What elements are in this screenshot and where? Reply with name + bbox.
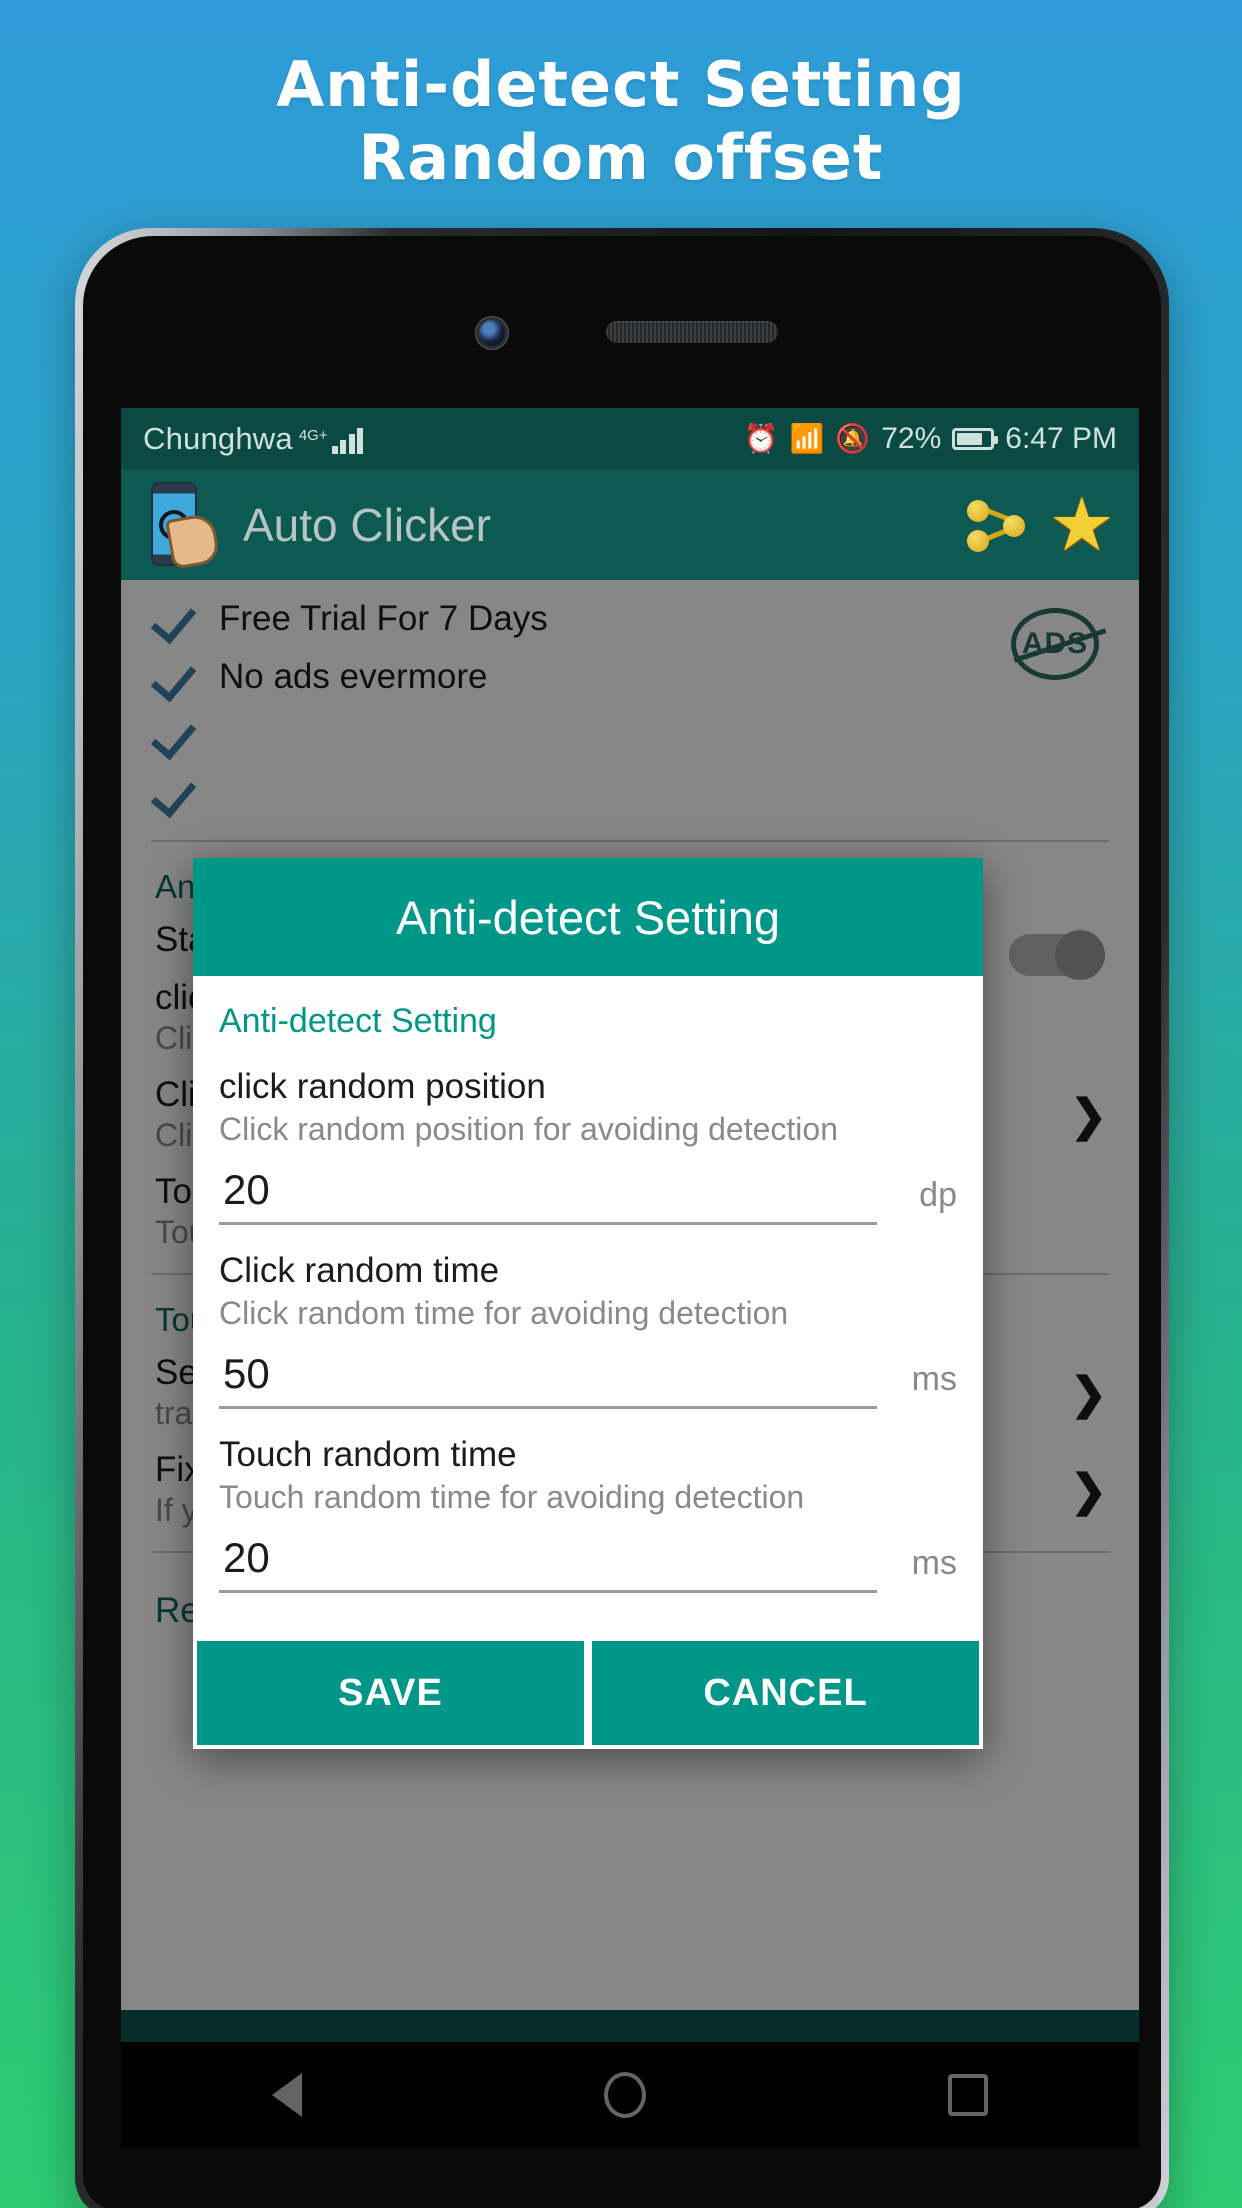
- field-label: click random position: [219, 1067, 546, 1106]
- unit-label: ms: [911, 1544, 957, 1582]
- field-click-random-time: Click random time Click random time for …: [219, 1251, 957, 1332]
- auto-clicker-logo-icon: [145, 482, 223, 570]
- phone-screen: Chunghwa 4G+ ⏰ 📶 🔕 72% 6:47 PM Auto Clic…: [121, 408, 1139, 2120]
- carrier-label: Chunghwa: [143, 421, 293, 456]
- android-nav-bar: [121, 2042, 1139, 2148]
- input-row-click-random-position: dp: [219, 1164, 957, 1225]
- nav-recents-icon[interactable]: [948, 2074, 988, 2116]
- status-bar-left: Chunghwa 4G+: [143, 421, 364, 457]
- battery-percent-label: 72%: [881, 422, 942, 455]
- touch-random-time-input[interactable]: [219, 1532, 877, 1593]
- chevron-right-icon: ❯: [1070, 1466, 1107, 1515]
- list-item: Free Trial For 7 Days: [155, 590, 1105, 648]
- divider: [151, 840, 1109, 842]
- cancel-button[interactable]: CANCEL: [592, 1641, 979, 1745]
- field-touch-random-time: Touch random time Touch random time for …: [219, 1435, 957, 1516]
- check-icon: [155, 714, 197, 756]
- click-random-position-input[interactable]: [219, 1164, 877, 1225]
- phone-body: Chunghwa 4G+ ⏰ 📶 🔕 72% 6:47 PM Auto Clic…: [83, 236, 1161, 2208]
- earpiece-speaker: [606, 321, 778, 343]
- list-item: No ads evermore: [155, 648, 1105, 706]
- front-camera-icon: [479, 320, 505, 346]
- input-row-click-random-time: ms: [219, 1348, 957, 1409]
- battery-icon: [952, 428, 999, 450]
- dialog-actions: SAVE CANCEL: [193, 1641, 983, 1749]
- field-label: Click random time: [219, 1251, 500, 1290]
- promo-line-2: Random offset: [358, 121, 884, 195]
- promo-item-label: No ads evermore: [219, 657, 488, 696]
- field-description: Click random position for avoiding detec…: [219, 1111, 838, 1147]
- unit-label: dp: [919, 1176, 957, 1214]
- anti-detect-settings-dialog: Anti-detect Setting Anti-detect Setting …: [193, 858, 983, 1749]
- alarm-icon: ⏰: [743, 423, 779, 454]
- nav-back-icon[interactable]: [272, 2073, 302, 2117]
- no-ads-badge-icon: ADS: [1011, 608, 1099, 680]
- clock-label: 6:47 PM: [1005, 422, 1117, 455]
- list-item: [155, 706, 1105, 764]
- input-row-touch-random-time: ms: [219, 1532, 957, 1593]
- nav-home-icon[interactable]: [604, 2072, 646, 2118]
- phone-device: Chunghwa 4G+ ⏰ 📶 🔕 72% 6:47 PM Auto Clic…: [75, 228, 1169, 2208]
- save-button[interactable]: SAVE: [197, 1641, 584, 1745]
- dialog-body: Anti-detect Setting click random positio…: [193, 976, 983, 1641]
- dialog-section-label: Anti-detect Setting: [219, 1002, 497, 1040]
- unit-label: ms: [911, 1360, 957, 1398]
- dialog-title: Anti-detect Setting: [193, 858, 983, 976]
- bell-mute-icon: 🔕: [835, 423, 871, 454]
- promo-headline: Anti-detect Setting Random offset: [0, 48, 1242, 194]
- check-icon: [155, 598, 197, 640]
- field-description: Touch random time for avoiding detection: [219, 1479, 805, 1515]
- check-icon: [155, 772, 197, 814]
- promo-line-1: Anti-detect Setting: [276, 48, 966, 121]
- check-icon: [155, 656, 197, 698]
- promo-item-label: Free Trial For 7 Days: [219, 599, 548, 638]
- list-item: [155, 764, 1105, 822]
- share-icon[interactable]: [966, 494, 1029, 556]
- network-type-label: 4G+: [298, 427, 328, 444]
- field-click-random-position: click random position Click random posit…: [219, 1067, 957, 1148]
- chevron-right-icon: ❯: [1070, 1091, 1107, 1140]
- field-description: Click random time for avoiding detection: [219, 1295, 789, 1331]
- status-bar: Chunghwa 4G+ ⏰ 📶 🔕 72% 6:47 PM: [121, 408, 1139, 470]
- status-bar-right: ⏰ 📶 🔕 72% 6:47 PM: [744, 422, 1117, 456]
- app-title: Auto Clicker: [243, 499, 491, 551]
- app-bar: Auto Clicker ★: [121, 470, 1139, 580]
- star-icon[interactable]: ★: [1049, 488, 1115, 562]
- bluetooth-icon: 📶: [789, 423, 825, 454]
- click-random-time-input[interactable]: [219, 1348, 877, 1409]
- promo-feature-list: Free Trial For 7 Days No ads evermore AD…: [121, 580, 1139, 828]
- signal-bars-icon: [331, 428, 364, 454]
- field-label: Touch random time: [219, 1435, 517, 1474]
- chevron-right-icon: ❯: [1070, 1369, 1107, 1418]
